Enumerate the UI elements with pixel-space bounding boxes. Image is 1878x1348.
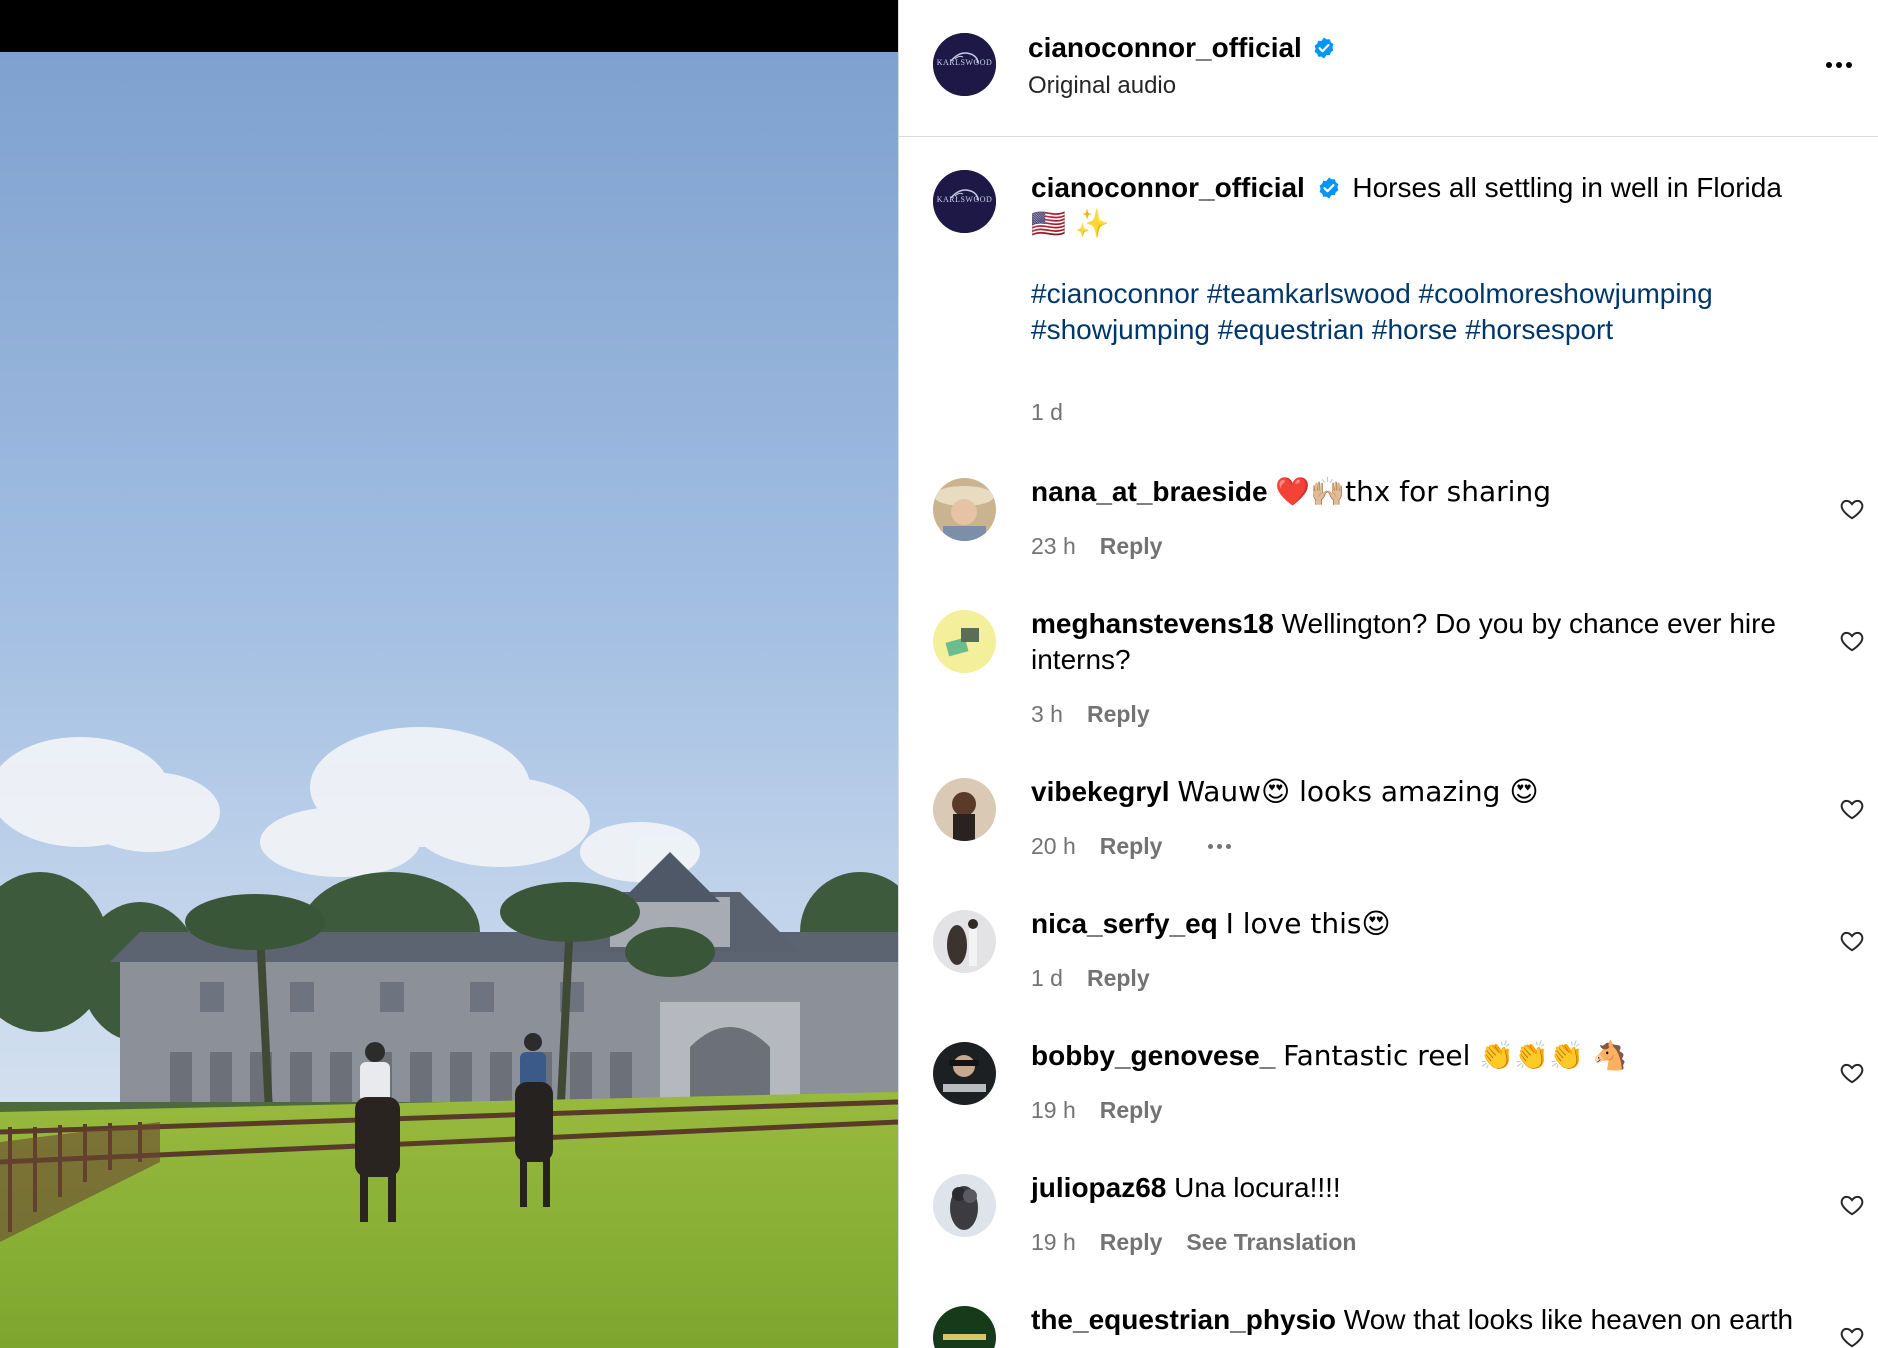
comment-meta: 1 d Reply: [1031, 965, 1150, 992]
heart-icon[interactable]: [1839, 496, 1865, 522]
video-frame[interactable]: [0, 52, 898, 1348]
heart-icon[interactable]: [1839, 1192, 1865, 1218]
comment-username[interactable]: meghanstevens18: [1031, 608, 1274, 639]
comment-text: bobby_genovese_ Fantastic reel 👏👏👏 🐴: [1031, 1038, 1801, 1074]
see-translation-button[interactable]: See Translation: [1186, 1229, 1356, 1256]
heart-icon[interactable]: [1839, 928, 1865, 954]
comment-text: nica_serfy_eq I love this😍: [1031, 906, 1801, 942]
commenter-avatar[interactable]: [933, 1306, 996, 1348]
comment-time[interactable]: 19 h: [1031, 1097, 1076, 1124]
comment-body: Wauw😍 looks amazing 😍: [1177, 775, 1539, 808]
comment-text: nana_at_braeside ❤️🙌🏼thx for sharing: [1031, 474, 1801, 510]
video-letterbox: [0, 0, 898, 52]
comment-body: ❤️🙌🏼thx for sharing: [1275, 475, 1551, 508]
comment-options-icon[interactable]: [1208, 844, 1232, 849]
comment-username[interactable]: vibekegryl: [1031, 776, 1170, 807]
heart-icon[interactable]: [1839, 1324, 1865, 1348]
post-header: KARLSWOOD cianoconnor_official Original …: [899, 0, 1878, 137]
comment-meta: 19 h Reply See Translation: [1031, 1229, 1356, 1256]
commenter-avatar[interactable]: [933, 778, 996, 841]
comment-username[interactable]: juliopaz68: [1031, 1172, 1166, 1203]
reel-video[interactable]: [0, 0, 898, 1348]
verified-badge-icon: [1314, 37, 1334, 59]
comment-meta: 23 h Reply: [1031, 533, 1162, 560]
comment-time[interactable]: 19 h: [1031, 1229, 1076, 1256]
comment-time[interactable]: 3 h: [1031, 701, 1063, 728]
audio-label[interactable]: Original audio: [1028, 72, 1176, 100]
comment-username[interactable]: bobby_genovese_: [1031, 1040, 1275, 1071]
avatar-logo-text: KARLSWOOD: [936, 58, 993, 67]
author-avatar[interactable]: KARLSWOOD: [933, 33, 996, 96]
commenter-avatar[interactable]: [933, 910, 996, 973]
comment-body: Una locura!!!!: [1174, 1172, 1341, 1203]
commenter-avatar[interactable]: [933, 478, 996, 541]
comment-meta: 20 h Reply: [1031, 833, 1232, 860]
comment-time[interactable]: 1 d: [1031, 965, 1063, 992]
comment-username[interactable]: nana_at_braeside: [1031, 476, 1268, 507]
comment-text: juliopaz68 Una locura!!!!: [1031, 1170, 1801, 1206]
post-panel: KARLSWOOD cianoconnor_official Original …: [898, 0, 1878, 1348]
reply-button[interactable]: Reply: [1087, 701, 1150, 728]
comment-body: Fantastic reel 👏👏👏 🐴: [1283, 1039, 1628, 1072]
caption-hashtags[interactable]: #cianoconnor #teamkarlswood #coolmoresho…: [1031, 276, 1831, 348]
author-username-row: cianoconnor_official: [1028, 32, 1336, 64]
comment-username[interactable]: nica_serfy_eq: [1031, 908, 1218, 939]
verified-badge-icon: [1319, 177, 1339, 199]
comment-text: the_equestrian_physio Wow that looks lik…: [1031, 1302, 1801, 1338]
comment-meta: 3 h Reply: [1031, 701, 1150, 728]
reply-button[interactable]: Reply: [1087, 965, 1150, 992]
video-still-image: [0, 52, 898, 1348]
comment-body: I love this😍: [1225, 907, 1391, 940]
comment-body: Wow that looks like heaven on earth: [1343, 1304, 1794, 1335]
caption-username[interactable]: cianoconnor_official: [1031, 172, 1305, 203]
reply-button[interactable]: Reply: [1100, 533, 1163, 560]
avatar-logo-text: KARLSWOOD: [936, 195, 993, 204]
comment-text: meghanstevens18 Wellington? Do you by ch…: [1031, 606, 1801, 678]
post-timestamp[interactable]: 1 d: [1031, 399, 1063, 426]
reply-button[interactable]: Reply: [1100, 1097, 1163, 1124]
caption-author-avatar[interactable]: KARLSWOOD: [933, 170, 996, 233]
heart-icon[interactable]: [1839, 1060, 1865, 1086]
commenter-avatar[interactable]: [933, 1174, 996, 1237]
heart-icon[interactable]: [1839, 796, 1865, 822]
commenter-avatar[interactable]: [933, 1042, 996, 1105]
more-options-icon[interactable]: [1819, 50, 1859, 80]
comment-time[interactable]: 20 h: [1031, 833, 1076, 860]
author-username[interactable]: cianoconnor_official: [1028, 32, 1302, 64]
caption-text-block: cianoconnor_official Horses all settling…: [1031, 170, 1831, 242]
caption-emoji: 🇺🇸 ✨: [1031, 207, 1110, 240]
comment-text: vibekegryl Wauw😍 looks amazing 😍: [1031, 774, 1801, 810]
comment-username[interactable]: the_equestrian_physio: [1031, 1304, 1336, 1335]
heart-icon[interactable]: [1839, 628, 1865, 654]
commenter-avatar[interactable]: [933, 610, 996, 673]
caption-body: Horses all settling in well in Florida: [1352, 172, 1782, 203]
comment-meta: 19 h Reply: [1031, 1097, 1162, 1124]
reply-button[interactable]: Reply: [1100, 833, 1163, 860]
comment-time[interactable]: 23 h: [1031, 533, 1076, 560]
reply-button[interactable]: Reply: [1100, 1229, 1163, 1256]
